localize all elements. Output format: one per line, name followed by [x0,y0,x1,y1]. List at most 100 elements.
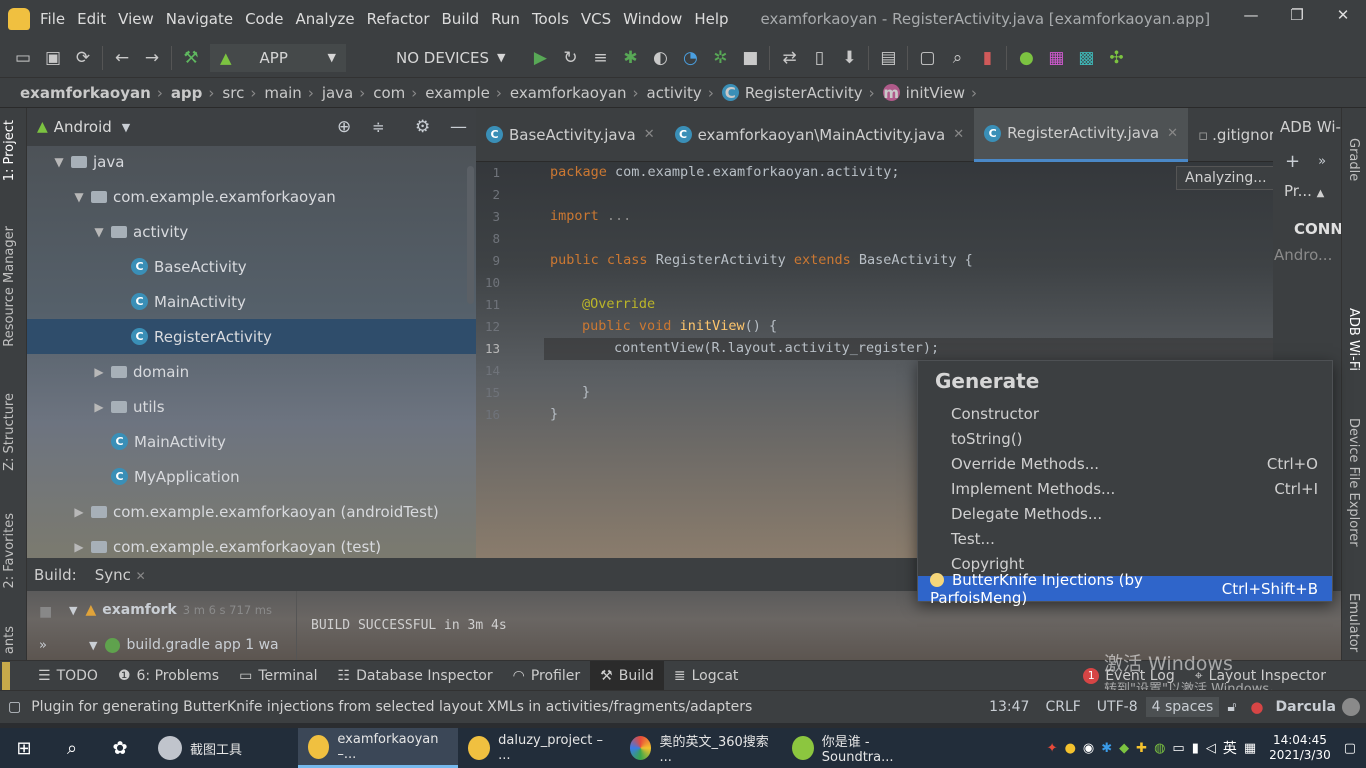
generate-implement[interactable]: Implement Methods... Ctrl+I [918,476,1332,501]
tray-nvidia-icon[interactable]: ◆ [1119,741,1129,756]
tool-tab-variants[interactable]: ants [2,626,17,654]
tree-item-mainactivity-root[interactable]: C MainActivity [27,424,476,459]
pinned-app-icon[interactable]: ✿ [96,738,144,759]
breadcrumb-item[interactable]: com [373,84,405,102]
tool-tab-build[interactable]: ⚒ Build [590,660,664,691]
minimize-panel-icon[interactable]: — [450,117,467,137]
make-hammer-icon[interactable]: ⚒ [176,43,206,73]
apply-code-changes-icon[interactable]: ≡ [585,43,615,73]
tree-item-myapplication[interactable]: C MyApplication [27,459,476,494]
user-icon[interactable] [1342,698,1360,716]
open-folder-icon[interactable]: ▭ [8,43,38,73]
tree-item-utils[interactable]: ▶ utils [27,389,476,424]
tree-item-androidtest[interactable]: ▶ com.example.examforkaoyan (androidTest) [27,494,476,529]
theme-label[interactable]: Darcula [1270,699,1342,715]
tool-tab-event-log[interactable]: 1 Event Log [1073,661,1185,691]
tool-tab-terminal[interactable]: ▭ Terminal [229,661,327,691]
save-icon[interactable]: ▣ [38,43,68,73]
menu-code[interactable]: Code [239,10,289,28]
tool-tab-adb-wifi[interactable]: ADB Wi-Fi [1346,308,1361,371]
task-soundtrack[interactable]: 你是谁 - Soundtra... [782,728,944,768]
tool-tab-problems[interactable]: ❶ 6: Problems [108,661,229,691]
scrollbar[interactable] [467,166,474,304]
collapse-icon[interactable]: ≑ [372,118,385,136]
plugin-icon[interactable]: ✣ [1101,43,1131,73]
clock[interactable]: 14:04:45 2021/3/30 [1269,733,1331,763]
debug-icon[interactable]: ✱ [615,43,645,73]
tool-tab-database-inspector[interactable]: ☷ Database Inspector [328,661,503,691]
lock-icon[interactable]: 🔓︎ [1219,699,1244,715]
tool-tab-todo[interactable]: ☰ TODO [28,661,108,691]
generate-delegate[interactable]: Delegate Methods... [918,501,1332,526]
tray-app-icon[interactable]: ✚ [1136,741,1147,756]
more-icon[interactable]: » [1318,154,1326,169]
breadcrumb-item[interactable]: main [264,84,301,102]
menu-edit[interactable]: Edit [71,10,112,28]
sdk-manager-icon[interactable]: ⬇ [834,43,864,73]
menu-window[interactable]: Window [617,10,688,28]
tray-app-icon[interactable]: ● [1065,741,1076,756]
tray-security-icon[interactable]: ◍ [1154,741,1165,756]
close-icon[interactable]: ✕ [1167,126,1178,141]
line-separator[interactable]: CRLF [1037,699,1088,715]
breadcrumb-item[interactable]: RegisterActivity [745,84,863,102]
avd-manager-icon[interactable]: ▯ [804,43,834,73]
tool-tab-resource-manager[interactable]: Resource Manager [2,226,17,347]
color-palette-icon[interactable]: ▦ [1041,43,1071,73]
tool-tab-emulator[interactable]: Emulator [1346,593,1361,652]
close-icon[interactable]: ✕ [1320,0,1366,30]
resource-icon[interactable]: ▩ [1071,43,1101,73]
breadcrumb-item[interactable]: examforkaoyan [20,84,151,102]
tool-tab-device-file-explorer[interactable]: Device File Explorer [1346,418,1361,547]
stop-icon[interactable]: ■ [39,604,52,620]
tree-item-activity[interactable]: ▼ activity [27,214,476,249]
tray-network-icon[interactable]: ◉ [1083,741,1094,756]
build-tree-item[interactable]: ▼ ▲ examfork 3 m 6 s 717 ms [69,602,272,618]
tray-app-icon[interactable]: ✱ [1101,741,1112,756]
task-daluzy[interactable]: daluzy_project – ... [458,728,620,768]
gear-icon[interactable]: ⚙ [415,117,430,137]
breadcrumb-item[interactable]: app [171,84,203,102]
minimize-icon[interactable]: — [1228,0,1274,30]
tool-tab-project[interactable]: 1: Project [2,120,17,181]
coverage-icon[interactable]: ◐ [645,43,675,73]
folded-imports[interactable]: ... [599,208,631,224]
menu-help[interactable]: Help [688,10,734,28]
task-360-search[interactable]: 奥的英文_360搜索 ... [620,728,782,768]
close-icon[interactable]: ✕ [644,127,655,142]
search-icon[interactable]: ⌕ [942,43,972,73]
cursor-position[interactable]: 13:47 [981,699,1037,715]
menu-tools[interactable]: Tools [526,10,575,28]
menu-navigate[interactable]: Navigate [160,10,239,28]
project-view-select[interactable]: Android [54,118,112,136]
device-select[interactable]: NO DEVICES ▼ [386,44,515,72]
tree-item-package[interactable]: ▼ com.example.examforkaoyan [27,179,476,214]
task-snipping-tool[interactable]: 截图工具 [148,728,298,768]
breadcrumb-item[interactable]: activity [647,84,702,102]
ime-indicator[interactable]: 英 [1223,738,1237,758]
search-icon[interactable]: ⌕ [48,738,96,759]
menu-run[interactable]: Run [485,10,526,28]
device-manager-icon[interactable]: ▮ [972,43,1002,73]
tool-tab-gradle[interactable]: Gradle [1346,138,1361,181]
tab-mainactivity[interactable]: Cexamforkaoyan\MainActivity.java ✕ [665,108,975,162]
tree-item-baseactivity[interactable]: C BaseActivity [27,249,476,284]
menu-file[interactable]: File [34,10,71,28]
breadcrumb-item[interactable]: java [322,84,353,102]
notification-icon[interactable]: ▢ [1344,741,1356,756]
close-icon[interactable]: ✕ [136,569,146,583]
close-icon[interactable]: ✕ [953,127,964,142]
menu-view[interactable]: View [112,10,160,28]
back-icon[interactable]: ← [107,43,137,73]
build-divider[interactable] [296,591,297,660]
tab-registeractivity[interactable]: C RegisterActivity.java ✕ [974,107,1188,162]
chevron-down-icon[interactable]: ▼ [122,121,130,134]
generate-test[interactable]: Test... [918,526,1332,551]
generate-butterknife[interactable]: ButterKnife Injections (by ParfoisMeng) C… [918,571,1332,607]
stop-icon[interactable]: ■ [735,43,765,73]
attach-debugger-icon[interactable]: ✲ [705,43,735,73]
tree-item-domain[interactable]: ▶ domain [27,354,476,389]
windows-start-icon[interactable]: ⊞ [0,738,48,759]
menu-build[interactable]: Build [436,10,486,28]
breadcrumb-item[interactable]: initView [906,84,965,102]
